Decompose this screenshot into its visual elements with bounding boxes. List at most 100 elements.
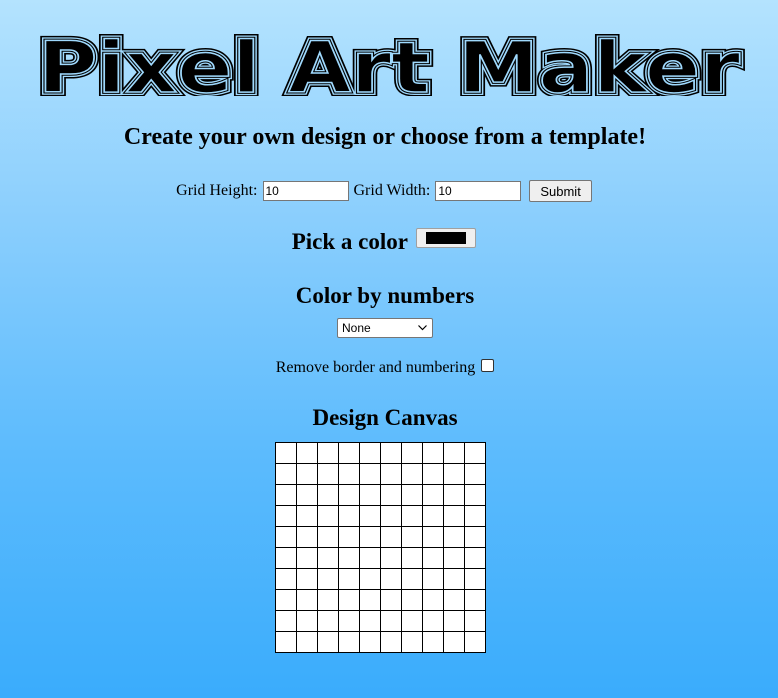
canvas-cell[interactable] xyxy=(317,589,339,611)
canvas-cell[interactable] xyxy=(422,568,444,590)
canvas-cell[interactable] xyxy=(443,568,465,590)
canvas-cell[interactable] xyxy=(275,568,297,590)
canvas-cell[interactable] xyxy=(296,505,318,527)
canvas-cell[interactable] xyxy=(380,463,402,485)
canvas-cell[interactable] xyxy=(401,505,423,527)
canvas-cell[interactable] xyxy=(380,631,402,653)
canvas-cell[interactable] xyxy=(275,526,297,548)
canvas-cell[interactable] xyxy=(338,505,360,527)
canvas-cell[interactable] xyxy=(359,526,381,548)
canvas-cell[interactable] xyxy=(338,463,360,485)
canvas-cell[interactable] xyxy=(380,547,402,569)
canvas-cell[interactable] xyxy=(317,547,339,569)
canvas-cell[interactable] xyxy=(422,484,444,506)
canvas-cell[interactable] xyxy=(401,547,423,569)
canvas-cell[interactable] xyxy=(338,610,360,632)
canvas-cell[interactable] xyxy=(380,589,402,611)
canvas-cell[interactable] xyxy=(422,526,444,548)
canvas-cell[interactable] xyxy=(275,442,297,464)
canvas-cell[interactable] xyxy=(422,442,444,464)
canvas-cell[interactable] xyxy=(443,505,465,527)
canvas-cell[interactable] xyxy=(317,610,339,632)
canvas-cell[interactable] xyxy=(464,505,486,527)
canvas-cell[interactable] xyxy=(275,610,297,632)
canvas-cell[interactable] xyxy=(401,484,423,506)
canvas-cell[interactable] xyxy=(464,463,486,485)
canvas-cell[interactable] xyxy=(422,547,444,569)
color-picker-button[interactable] xyxy=(416,228,477,248)
canvas-cell[interactable] xyxy=(338,589,360,611)
canvas-cell[interactable] xyxy=(401,610,423,632)
canvas-cell[interactable] xyxy=(317,526,339,548)
canvas-cell[interactable] xyxy=(296,631,318,653)
canvas-cell[interactable] xyxy=(464,631,486,653)
canvas-cell[interactable] xyxy=(296,610,318,632)
canvas-cell[interactable] xyxy=(422,631,444,653)
canvas-cell[interactable] xyxy=(317,463,339,485)
canvas-cell[interactable] xyxy=(296,442,318,464)
canvas-cell[interactable] xyxy=(359,484,381,506)
remove-border-checkbox[interactable] xyxy=(481,359,495,372)
canvas-cell[interactable] xyxy=(443,631,465,653)
canvas-cell[interactable] xyxy=(296,484,318,506)
canvas-cell[interactable] xyxy=(401,463,423,485)
canvas-cell[interactable] xyxy=(275,505,297,527)
canvas-cell[interactable] xyxy=(359,547,381,569)
canvas-cell[interactable] xyxy=(380,505,402,527)
canvas-cell[interactable] xyxy=(338,526,360,548)
canvas-cell[interactable] xyxy=(464,484,486,506)
canvas-cell[interactable] xyxy=(317,484,339,506)
canvas-cell[interactable] xyxy=(275,631,297,653)
canvas-cell[interactable] xyxy=(380,526,402,548)
canvas-cell[interactable] xyxy=(275,484,297,506)
submit-button[interactable]: Submit xyxy=(529,180,592,202)
canvas-cell[interactable] xyxy=(380,484,402,506)
canvas-cell[interactable] xyxy=(296,526,318,548)
canvas-cell[interactable] xyxy=(275,589,297,611)
grid-height-input[interactable] xyxy=(262,181,349,201)
canvas-cell[interactable] xyxy=(443,442,465,464)
canvas-cell[interactable] xyxy=(359,442,381,464)
canvas-cell[interactable] xyxy=(275,463,297,485)
canvas-cell[interactable] xyxy=(443,589,465,611)
canvas-cell[interactable] xyxy=(464,589,486,611)
canvas-cell[interactable] xyxy=(296,568,318,590)
canvas-cell[interactable] xyxy=(443,547,465,569)
canvas-cell[interactable] xyxy=(317,631,339,653)
canvas-cell[interactable] xyxy=(296,547,318,569)
canvas-cell[interactable] xyxy=(464,610,486,632)
canvas-cell[interactable] xyxy=(338,631,360,653)
canvas-cell[interactable] xyxy=(338,547,360,569)
canvas-cell[interactable] xyxy=(338,568,360,590)
canvas-cell[interactable] xyxy=(401,568,423,590)
canvas-cell[interactable] xyxy=(359,589,381,611)
canvas-cell[interactable] xyxy=(401,526,423,548)
canvas-cell[interactable] xyxy=(359,505,381,527)
canvas-cell[interactable] xyxy=(401,442,423,464)
canvas-cell[interactable] xyxy=(338,484,360,506)
canvas-cell[interactable] xyxy=(359,568,381,590)
canvas-cell[interactable] xyxy=(464,568,486,590)
canvas-cell[interactable] xyxy=(380,610,402,632)
canvas-cell[interactable] xyxy=(359,610,381,632)
canvas-cell[interactable] xyxy=(464,526,486,548)
canvas-cell[interactable] xyxy=(464,442,486,464)
canvas-cell[interactable] xyxy=(296,589,318,611)
canvas-cell[interactable] xyxy=(443,463,465,485)
canvas-cell[interactable] xyxy=(359,463,381,485)
canvas-cell[interactable] xyxy=(275,547,297,569)
canvas-cell[interactable] xyxy=(380,442,402,464)
canvas-cell[interactable] xyxy=(422,610,444,632)
canvas-cell[interactable] xyxy=(317,568,339,590)
canvas-cell[interactable] xyxy=(401,631,423,653)
canvas-cell[interactable] xyxy=(317,505,339,527)
canvas-cell[interactable] xyxy=(401,589,423,611)
canvas-cell[interactable] xyxy=(422,505,444,527)
canvas-cell[interactable] xyxy=(359,631,381,653)
canvas-cell[interactable] xyxy=(443,484,465,506)
canvas-cell[interactable] xyxy=(443,610,465,632)
template-select[interactable]: None xyxy=(337,318,433,338)
canvas-cell[interactable] xyxy=(338,442,360,464)
canvas-cell[interactable] xyxy=(380,568,402,590)
grid-width-input[interactable] xyxy=(435,181,522,201)
